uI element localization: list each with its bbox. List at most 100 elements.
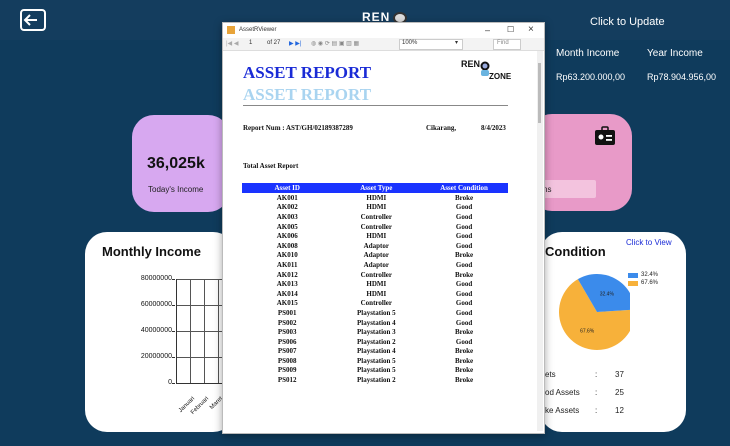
table-cell: AK006 (276, 232, 298, 241)
y-tick (172, 357, 175, 358)
table-cell: Playstation 2 (356, 337, 396, 346)
year-income-label: Year Income (647, 48, 703, 59)
report-title: ASSET REPORT (243, 63, 372, 82)
condition-summary: ets: 37 od Assets: 25 ke Assets: 12 (545, 370, 635, 424)
table-row: AK010 Adaptor Broke (242, 251, 508, 261)
table-cell: Good (455, 232, 473, 241)
table-cell: Good (455, 203, 473, 212)
y-tick-label: 20000000 (140, 353, 172, 360)
app-icon (227, 26, 235, 34)
chevron-down-icon: ▾ (455, 40, 459, 46)
maximize-icon[interactable]: ☐ (507, 25, 514, 34)
table-cell: AK008 (276, 241, 298, 250)
view-link[interactable]: Click to View (626, 238, 672, 247)
y-tick-label: 40000000 (140, 327, 172, 334)
table-cell: Adaptor (363, 241, 389, 250)
grid-line (218, 279, 219, 383)
y-tick (172, 305, 175, 306)
condition-row-value: 37 (615, 370, 624, 379)
table-cell: Good (455, 318, 473, 327)
table-row: AK015 Controller Good (242, 299, 508, 309)
table-row: AK012 Controller Broke (242, 270, 508, 280)
table-cell: Controller (360, 270, 392, 279)
report-number: Report Num : AST/GH/02189387289 (243, 124, 353, 132)
y-tick (172, 383, 175, 384)
column-header: Asset ID (242, 183, 333, 193)
table-cell: Playstation 5 (356, 308, 396, 317)
toolbar-tools-icon[interactable]: ◍ ◉ ⟳ ▤ ▣ ▥ ▦ (311, 40, 359, 47)
table-cell: Controller (360, 222, 392, 231)
today-income-value: 36,025k (147, 155, 205, 172)
condition-row-sep: : (595, 388, 598, 397)
minimize-icon[interactable]: – (485, 25, 490, 35)
condition-row-label: ke Assets (545, 406, 580, 415)
condition-row-label: ets (545, 370, 556, 379)
legend-swatch (628, 272, 638, 278)
table-cell: Broke (455, 251, 474, 260)
table-cell: Playstation 4 (356, 347, 396, 356)
table-cell: AK012 (276, 270, 298, 279)
window-title: AssetRViewer (239, 27, 277, 33)
table-cell: HDMI (366, 203, 387, 212)
condition-row: od Assets: 25 (545, 388, 635, 406)
table-cell: Broke (455, 347, 474, 356)
legend-swatch (628, 280, 638, 286)
y-tick-label: 60000000 (140, 301, 172, 308)
table-row: AK014 HDMI Good (242, 289, 508, 299)
table-cell: Good (455, 241, 473, 250)
table-row: AK011 Adaptor Good (242, 260, 508, 270)
id-card-icon (595, 126, 615, 145)
table-cell: Playstation 4 (356, 318, 396, 327)
condition-title: Condition (545, 244, 606, 259)
page-number-input[interactable]: 1 (249, 40, 252, 46)
table-cell: Good (455, 289, 473, 298)
table-cell: Broke (455, 376, 474, 385)
table-cell: HDMI (366, 289, 387, 298)
table-cell: HDMI (366, 193, 387, 202)
table-cell: AK015 (276, 299, 298, 308)
table-cell: AK005 (276, 222, 298, 231)
table-cell: AK013 (276, 280, 298, 289)
y-tick (172, 279, 175, 280)
table-cell: Adaptor (363, 260, 389, 269)
table-cell: Broke (455, 328, 474, 337)
table-row: AK001 HDMI Broke (242, 193, 508, 203)
table-cell: Playstation 5 (356, 366, 396, 375)
condition-pie-chart: 67.6% 32.4% (559, 274, 630, 350)
pie-slice-label: 67.6% (580, 328, 595, 334)
report-divider (243, 105, 508, 106)
year-income-value: Rp78.904.956,00 (647, 72, 717, 82)
y-tick-label: 80000000 (140, 275, 172, 282)
table-cell: Good (455, 337, 473, 346)
table-cell: Playstation 5 (356, 356, 396, 365)
table-cell: AK010 (276, 251, 298, 260)
first-page-icon[interactable]: |◀ ◀ (226, 40, 238, 47)
scrollbar-thumb[interactable] (538, 63, 541, 123)
y-axis (176, 279, 177, 383)
logout-icon[interactable] (20, 9, 46, 31)
next-page-icon[interactable]: ▶ ▶| (289, 40, 301, 47)
table-cell: Broke (455, 270, 474, 279)
table-row: AK013 HDMI Good (242, 279, 508, 289)
table-cell: PS009 (277, 366, 297, 375)
table-row: PS001 Playstation 5 Good (242, 308, 508, 318)
close-icon[interactable]: × (528, 24, 534, 35)
today-income-label: Today's Income (148, 185, 204, 194)
update-link[interactable]: Click to Update (590, 16, 665, 28)
table-cell: Good (455, 308, 473, 317)
month-income-value: Rp63.200.000,00 (556, 72, 626, 82)
table-cell: AK001 (276, 193, 298, 202)
table-cell: HDMI (366, 280, 387, 289)
table-cell: PS003 (277, 328, 297, 337)
column-header: Asset Type (332, 183, 421, 193)
table-cell: AK014 (276, 289, 298, 298)
table-cell: PS012 (277, 376, 297, 385)
legend-item: 67.6% (628, 279, 658, 287)
table-cell: Good (455, 222, 473, 231)
asset-report-viewer-window: AssetRViewer – ☐ × |◀ ◀ 1 of 27 ▶ ▶| ◍ ◉… (222, 22, 545, 434)
report-title-shadow: ASSET REPORT (243, 85, 372, 104)
table-row: PS012 Playstation 2 Broke (242, 375, 508, 385)
page-count: of 27 (267, 40, 281, 46)
grid-line (190, 279, 191, 383)
table-cell: Good (455, 299, 473, 308)
